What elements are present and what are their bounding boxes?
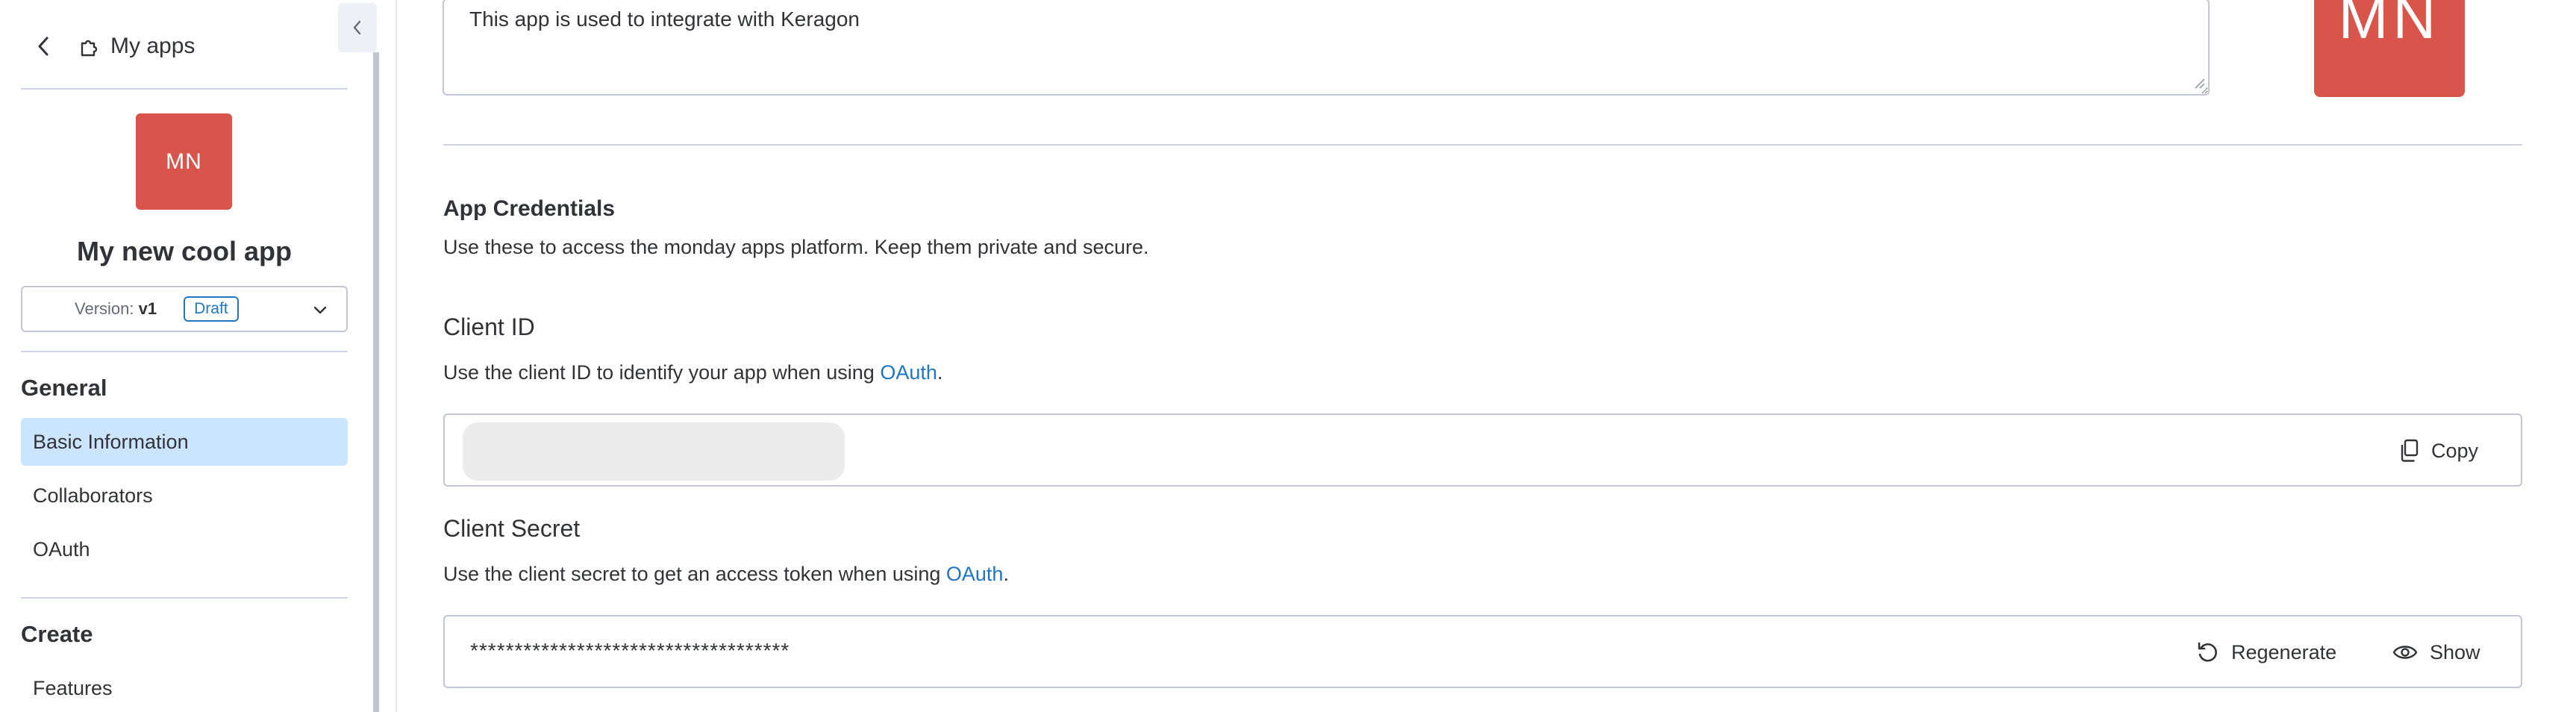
- client-id-description: Use the client ID to identify your app w…: [443, 361, 942, 384]
- refresh-icon: [2198, 642, 2217, 662]
- puzzle-icon: [81, 40, 98, 57]
- version-selector[interactable]: Version: v1 Draft: [21, 286, 348, 332]
- copy-label: Copy: [2431, 439, 2479, 462]
- client-secret-title: Client Secret: [443, 515, 581, 542]
- nav-section-general: General: [21, 375, 107, 401]
- sidebar-divider: [21, 88, 348, 90]
- client-id-title: Client ID: [443, 313, 535, 340]
- app-icon-initials: MN: [2338, 0, 2441, 51]
- sidebar-item-basic-information[interactable]: Basic Information: [21, 418, 348, 466]
- client-secret-description: Use the client secret to get an access t…: [443, 563, 1009, 586]
- client-id-field: Copy: [443, 413, 2522, 487]
- section-divider: [443, 144, 2522, 146]
- oauth-link[interactable]: OAuth: [946, 563, 1004, 585]
- sidebar-item-label: OAuth: [33, 537, 90, 560]
- credentials-subtitle: Use these to access the monday apps plat…: [443, 236, 1149, 258]
- sidebar-scrollbar[interactable]: [373, 52, 379, 712]
- app-avatar-initials: MN: [166, 149, 202, 174]
- client-secret-desc-text: Use the client secret to get an access t…: [443, 563, 946, 585]
- app-avatar[interactable]: MN: [136, 113, 232, 210]
- oauth-link[interactable]: OAuth: [880, 361, 937, 384]
- status-badge: Draft: [184, 296, 239, 322]
- client-secret-value: ************************************: [470, 639, 790, 662]
- sidebar-item-label: Collaborators: [33, 484, 153, 507]
- show-label: Show: [2430, 640, 2480, 663]
- sidebar-item-collaborators[interactable]: Collaborators: [21, 472, 348, 519]
- main-panel: [396, 0, 2576, 712]
- app-icon-preview[interactable]: MN: [2314, 0, 2465, 97]
- sidebar-item-label: Features: [33, 676, 113, 699]
- description-textarea[interactable]: This app is used to integrate with Kerag…: [443, 0, 2210, 96]
- regenerate-label: Regenerate: [2231, 640, 2337, 663]
- sidebar-item-features[interactable]: Features: [21, 664, 348, 712]
- nav-section-create: Create: [21, 621, 93, 647]
- my-apps-label: My apps: [110, 34, 196, 58]
- version-text: Version: v1: [75, 299, 157, 319]
- resize-handle-icon[interactable]: [2194, 78, 2206, 90]
- version-value: v1: [138, 299, 157, 318]
- chevron-down-icon: [313, 306, 327, 314]
- sidebar-item-label: Basic Information: [33, 430, 189, 453]
- copy-icon: [2401, 439, 2419, 462]
- credentials-title: App Credentials: [443, 196, 616, 221]
- client-id-value-placeholder: [463, 422, 845, 481]
- sidebar: My apps MN My new cool app Version: v1 D…: [0, 0, 373, 712]
- client-secret-field: ************************************ Reg…: [443, 615, 2522, 688]
- chevron-left-icon: [353, 20, 361, 35]
- regenerate-button[interactable]: Regenerate: [2195, 634, 2336, 670]
- client-secret-desc-end: .: [1003, 563, 1009, 585]
- version-label: Version:: [75, 299, 134, 318]
- client-id-desc-end: .: [937, 361, 943, 384]
- collapse-sidebar-button[interactable]: [338, 3, 377, 52]
- app-name: My new cool app: [76, 236, 293, 266]
- copy-button[interactable]: Copy: [2398, 433, 2478, 469]
- client-id-desc-text: Use the client ID to identify your app w…: [443, 361, 881, 384]
- sidebar-divider: [21, 597, 348, 599]
- chevron-left-icon: [38, 37, 49, 56]
- eye-icon: [2392, 646, 2418, 659]
- back-button[interactable]: [21, 24, 66, 69]
- sidebar-header: My apps: [21, 24, 195, 69]
- show-button[interactable]: Show: [2392, 634, 2480, 670]
- my-apps-link[interactable]: My apps: [78, 34, 195, 59]
- sidebar-divider: [21, 351, 348, 352]
- sidebar-item-oauth[interactable]: OAuth: [21, 525, 348, 573]
